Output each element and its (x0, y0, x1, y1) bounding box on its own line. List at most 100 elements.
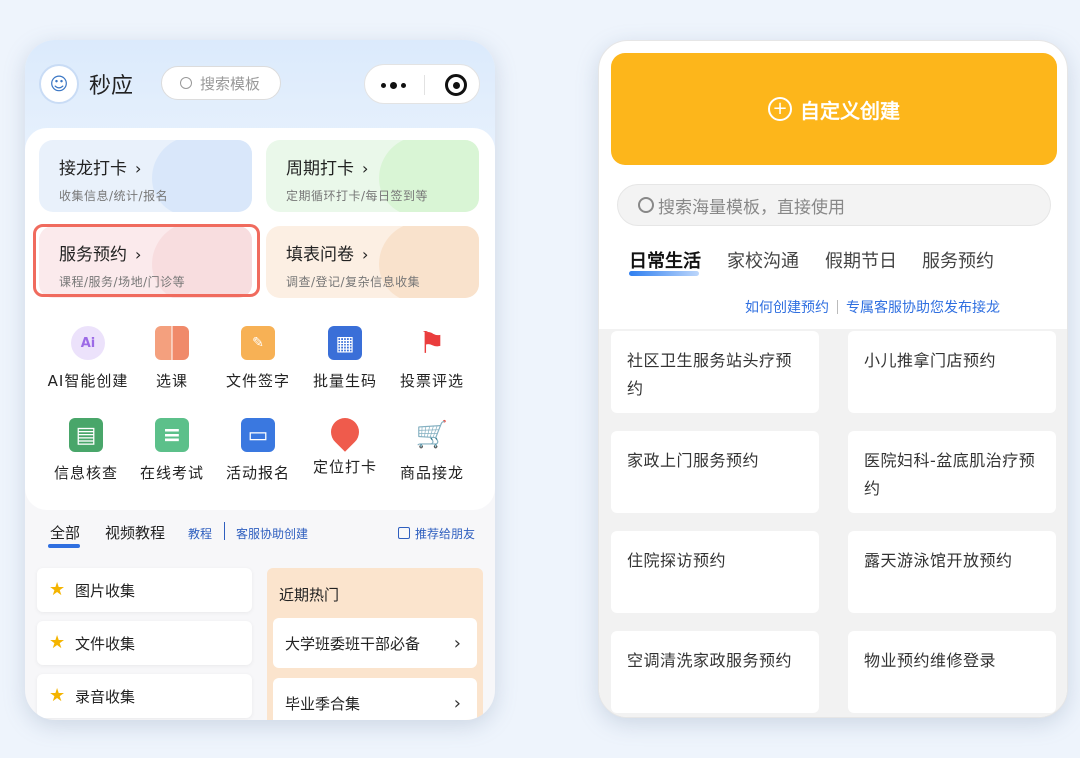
grid-item-info-check[interactable]: ▤ 信息核查 (39, 418, 133, 483)
hot-item-label: 毕业季合集 (285, 694, 361, 713)
recommend-friend-button[interactable]: 推荐给朋友 (398, 525, 475, 542)
cart-icon: 🛒 (415, 420, 449, 450)
active-tab-indicator (48, 544, 80, 548)
help-links: 如何创建预约 专属客服协助您发布接龙 (745, 297, 1000, 317)
thumbs-up-icon (398, 527, 410, 539)
chevron-right-icon: › (362, 159, 369, 178)
collection-audio[interactable]: ★ 录音收集 (37, 674, 252, 718)
template-search-input[interactable]: 搜索模板 (161, 66, 281, 100)
plus-icon: + (768, 97, 792, 121)
grid-item-label: 信息核查 (53, 464, 118, 482)
custom-create-button[interactable]: + 自定义创建 (611, 53, 1057, 165)
grid-item-goods-relay[interactable]: 🛒 商品接龙 (385, 418, 479, 483)
capsule-divider (424, 75, 425, 95)
grid-item-event-signup[interactable]: ▭ 活动报名 (211, 418, 305, 483)
link-divider (224, 522, 225, 540)
card-title: 填表问卷 (286, 245, 354, 265)
template-card[interactable]: 空调清洗家政服务预约 (611, 631, 819, 713)
search-placeholder: 搜索模板 (200, 74, 261, 93)
star-icon: ★ (49, 632, 66, 653)
template-search-input[interactable]: 搜索海量模板，直接使用 (617, 184, 1051, 226)
template-card[interactable]: 物业预约维修登录 (848, 631, 1056, 713)
collection-label: 图片收集 (75, 581, 136, 600)
grid-item-label: 选课 (155, 372, 188, 390)
search-icon (638, 197, 654, 213)
card-title: 周期打卡 (286, 159, 354, 179)
calendar-icon: ▤ (69, 418, 103, 452)
star-icon: ★ (49, 579, 66, 600)
app-logo-icon: ☺ (39, 64, 79, 104)
collection-file[interactable]: ★ 文件收集 (37, 621, 252, 665)
recommend-label: 推荐给朋友 (415, 527, 476, 541)
close-target-icon[interactable] (445, 74, 467, 96)
collection-image[interactable]: ★ 图片收集 (37, 568, 252, 612)
active-tab-indicator (629, 271, 699, 276)
star-icon: ★ (49, 685, 66, 706)
tab-holidays[interactable]: 假期节日 (825, 247, 897, 273)
tab-service-booking[interactable]: 服务预约 (922, 247, 994, 273)
link-divider (837, 300, 838, 314)
grid-item-qrcode[interactable]: ▦ 批量生码 (298, 326, 392, 391)
grid-item-label: 文件签字 (225, 372, 290, 390)
grid-item-ai-create[interactable]: Ai AI智能创建 (41, 326, 135, 391)
template-card[interactable]: 小儿推拿门店预约 (848, 331, 1056, 413)
service-assist-link[interactable]: 专属客服协助您发布接龙 (846, 300, 1000, 316)
card-title: 接龙打卡 (59, 159, 127, 179)
highlight-frame (33, 224, 260, 297)
tab-home-school[interactable]: 家校沟通 (727, 247, 799, 273)
grid-item-exam[interactable]: ≡ 在线考试 (125, 418, 219, 483)
miniprogram-capsule (364, 64, 480, 104)
grid-item-label: 在线考试 (139, 464, 204, 482)
chevron-right-icon: › (453, 632, 461, 654)
grid-item-label: 投票评选 (399, 372, 464, 390)
recent-hot-panel: 近期热门 大学班委班干部必备 › 毕业季合集 › (267, 568, 483, 720)
card-relay-checkin[interactable]: 接龙打卡 › 收集信息/统计/报名 (39, 140, 252, 212)
template-card[interactable]: 家政上门服务预约 (611, 431, 819, 513)
hot-item-label: 大学班委班干部必备 (285, 634, 421, 653)
more-icon[interactable] (381, 82, 406, 89)
sign-icon: ✎ (241, 326, 275, 360)
search-placeholder: 搜索海量模板，直接使用 (658, 197, 845, 218)
collection-label: 录音收集 (75, 687, 136, 706)
grid-item-label: AI智能创建 (47, 372, 129, 390)
tab-video-tutorial[interactable]: 视频教程 (105, 522, 165, 543)
book-icon (155, 326, 189, 360)
category-tabs: 日常生活 家校沟通 假期节日 服务预约 (599, 245, 1067, 281)
left-phone-screen: ☺ 秒应 搜索模板 接龙打卡 › 收集信息/统计/报名 周期打卡 › 定期循环打卡/… (25, 40, 495, 720)
chevron-right-icon: › (135, 159, 142, 178)
grid-item-sign[interactable]: ✎ 文件签字 (211, 326, 305, 391)
template-card[interactable]: 医院妇科-盆底肌治疗预约 (848, 431, 1056, 513)
card-subtitle: 调查/登记/复杂信息收集 (286, 275, 421, 289)
grid-item-location-checkin[interactable]: 定位打卡 (298, 412, 392, 477)
right-phone-screen: + 自定义创建 搜索海量模板，直接使用 日常生活 家校沟通 假期节日 服务预约 如… (598, 40, 1068, 718)
exam-icon: ≡ (155, 418, 189, 452)
template-list: 社区卫生服务站头疗预约 小儿推拿门店预约 家政上门服务预约 医院妇科-盆底肌治疗… (599, 329, 1067, 717)
template-tabs: 全部 视频教程 教程 客服协助创建 推荐给朋友 (25, 518, 495, 554)
card-form-survey[interactable]: 填表问卷 › 调查/登记/复杂信息收集 (266, 226, 479, 298)
tutorial-link[interactable]: 教程 (188, 525, 212, 542)
collection-label: 文件收集 (75, 634, 136, 653)
app-name: 秒应 (89, 74, 134, 99)
template-card[interactable]: 住院探访预约 (611, 531, 819, 613)
hot-item[interactable]: 大学班委班干部必备 › (273, 618, 477, 668)
chevron-right-icon: › (453, 692, 461, 714)
card-periodic-checkin[interactable]: 周期打卡 › 定期循环打卡/每日签到等 (266, 140, 479, 212)
main-panel: 接龙打卡 › 收集信息/统计/报名 周期打卡 › 定期循环打卡/每日签到等 服务预约… (25, 128, 495, 510)
ai-icon: Ai (71, 326, 105, 360)
grid-item-vote[interactable]: ⚑ 投票评选 (385, 326, 479, 391)
screen-icon: ▭ (241, 418, 275, 452)
tab-daily-life[interactable]: 日常生活 (629, 247, 701, 273)
tab-all[interactable]: 全部 (50, 522, 80, 543)
service-assist-link[interactable]: 客服协助创建 (236, 525, 308, 542)
template-card[interactable]: 露天游泳馆开放预约 (848, 531, 1056, 613)
grid-item-label: 定位打卡 (312, 458, 377, 476)
how-to-create-link[interactable]: 如何创建预约 (745, 300, 829, 316)
hot-item[interactable]: 毕业季合集 › (273, 678, 477, 720)
search-icon (180, 77, 192, 89)
qrcode-icon: ▦ (328, 326, 362, 360)
custom-create-label: 自定义创建 (800, 98, 900, 123)
template-card[interactable]: 社区卫生服务站头疗预约 (611, 331, 819, 413)
grid-item-course[interactable]: 选课 (125, 326, 219, 391)
hot-title: 近期热门 (279, 586, 340, 604)
card-subtitle: 收集信息/统计/报名 (59, 189, 169, 203)
